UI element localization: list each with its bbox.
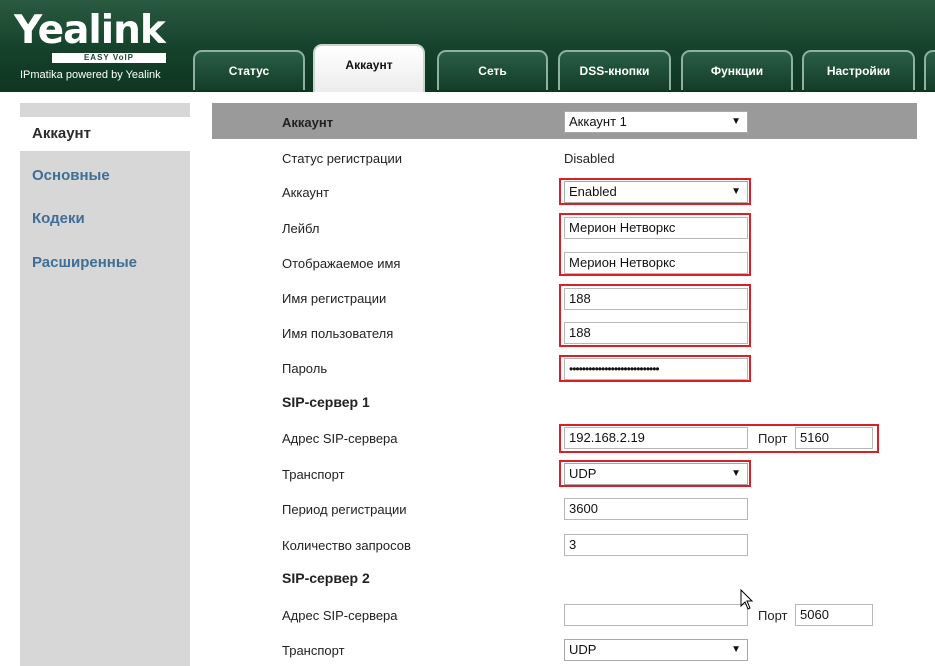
password-field[interactable]: •••••••••••••••••••••••••••• [564,358,748,380]
reg-status-value: Disabled [564,151,615,166]
sip1-server-label: Адрес SIP-сервера [282,431,398,446]
sidebar-item-codecs[interactable]: Кодеки [20,202,190,236]
sip1-server-field[interactable]: 192.168.2.19 [564,427,748,449]
sip2-port-field[interactable]: 5060 [795,604,873,626]
label-label: Лейбл [282,221,320,236]
mouse-cursor-icon [740,589,754,610]
password-label: Пароль [282,361,328,376]
username-label: Имя пользователя [282,326,394,341]
display-name-field[interactable]: Мерион Нетворкс [564,252,748,274]
account-select[interactable]: Аккаунт 1 ▼ [564,111,748,133]
tab-account[interactable]: Аккаунт [313,44,425,92]
register-name-label: Имя регистрации [282,291,387,306]
register-name-field[interactable]: 188 [564,288,748,310]
top-header: Yealink EASY VoIP IPmatika powered by Ye… [0,0,935,92]
tab-status[interactable]: Статус [193,50,305,90]
sip1-transport-value: UDP [569,466,597,481]
main-tabs: Статус Аккаунт Сеть DSS-кнопки Функции Н… [193,44,935,92]
sip1-title: SIP-сервер 1 [282,394,370,410]
logo-subtitle: IPmatika powered by Yealink [20,69,161,81]
tab-more[interactable] [924,50,935,90]
sip1-port-label: Порт [758,431,788,446]
sip2-transport-select[interactable]: UDP ▼ [564,639,748,661]
account-select-value: Аккаунт 1 [569,114,627,129]
account-active-label: Аккаунт [282,185,330,200]
account-active-value: Enabled [569,184,617,199]
sidebar-item-account[interactable]: Аккаунт [20,117,190,151]
sip1-transport-label: Транспорт [282,467,345,482]
sip1-retries-label: Количество запросов [282,538,411,553]
account-header-label: Аккаунт [282,115,334,130]
username-field[interactable]: 188 [564,322,748,344]
sip1-retries-field[interactable]: 3 [564,534,748,556]
tab-dss-keys[interactable]: DSS-кнопки [558,50,671,90]
sip2-port-label: Порт [758,608,788,623]
sip1-port-field[interactable]: 5160 [795,427,873,449]
sip2-server-field[interactable] [564,604,748,626]
account-active-select[interactable]: Enabled ▼ [564,181,748,203]
logo-wordmark: Yealink [14,8,166,53]
dropdown-arrow-icon: ▼ [731,468,741,479]
display-name-label: Отображаемое имя [282,256,401,271]
label-field[interactable]: Мерион Нетворкс [564,217,748,239]
sidebar-item-basic[interactable]: Основные [20,159,190,193]
account-form: Аккаунт Аккаунт 1 ▼ Статус регистрации D… [212,103,917,666]
logo-tagline: EASY VoIP [52,53,166,63]
dropdown-arrow-icon: ▼ [731,186,741,197]
dropdown-arrow-icon: ▼ [731,116,741,127]
reg-status-label: Статус регистрации [282,151,403,166]
tab-network[interactable]: Сеть [437,50,548,90]
sidebar: Аккаунт Основные Кодеки Расширенные [20,103,190,666]
sip2-transport-label: Транспорт [282,643,345,658]
sidebar-item-advanced[interactable]: Расширенные [20,246,190,280]
sip1-reg-period-field[interactable]: 3600 [564,498,748,520]
sip2-title: SIP-сервер 2 [282,570,370,586]
tab-settings[interactable]: Настройки [802,50,915,90]
sip2-server-label: Адрес SIP-сервера [282,608,398,623]
yealink-logo: Yealink EASY VoIP IPmatika powered by Ye… [12,8,172,88]
sip1-transport-select[interactable]: UDP ▼ [564,463,748,485]
tab-features[interactable]: Функции [681,50,793,90]
dropdown-arrow-icon: ▼ [731,644,741,655]
sip1-reg-period-label: Период регистрации [282,502,407,517]
sip2-transport-value: UDP [569,642,597,657]
